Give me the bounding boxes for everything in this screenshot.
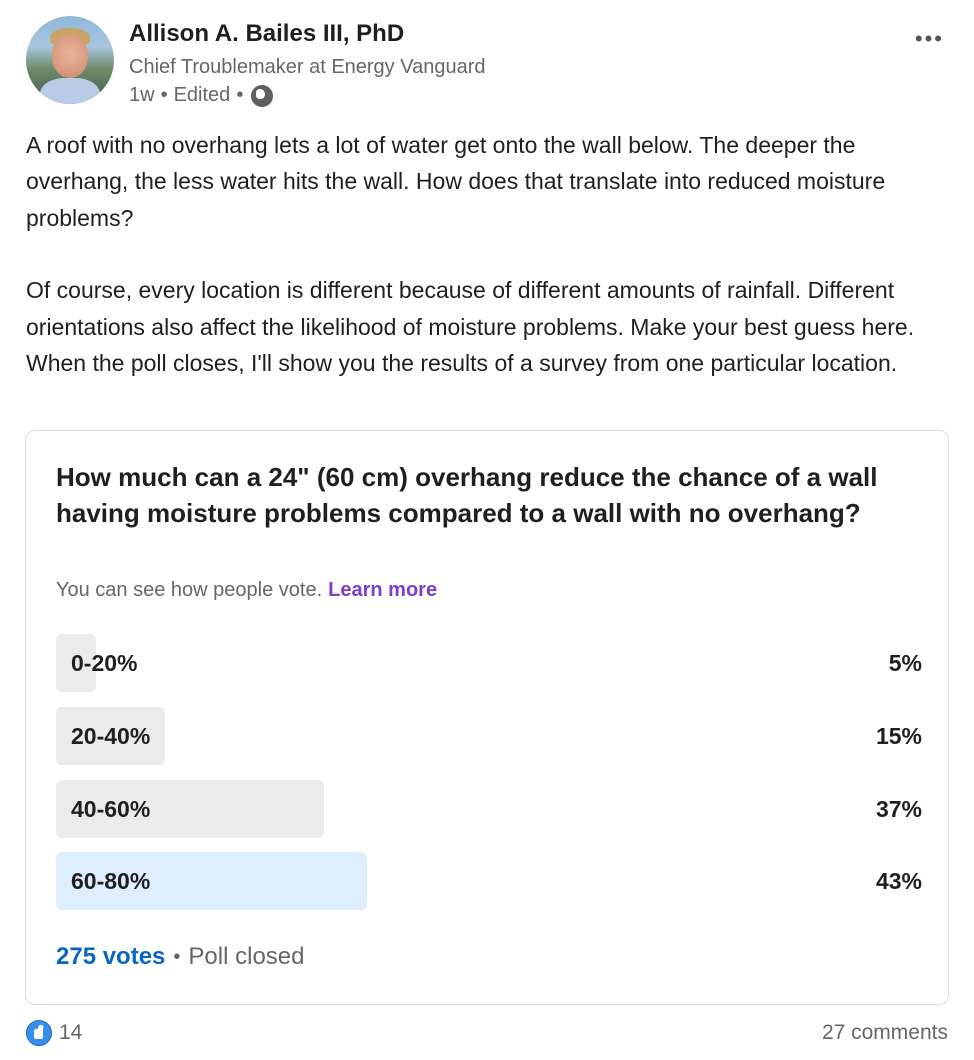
post-paragraph: A roof with no overhang lets a lot of wa… [26, 132, 886, 231]
poll-footer: 275 votes • Poll closed [56, 943, 304, 971]
votes-link[interactable]: 275 votes [56, 943, 165, 971]
poll-option-label: 0-20% [71, 650, 138, 676]
author-headline: Chief Troublemaker at Energy Vanguard [129, 56, 486, 78]
poll-question: How much can a 24" (60 cm) overhang redu… [56, 462, 878, 528]
visibility-text: You can see how people vote. [56, 579, 323, 601]
poll-card: How much can a 24" (60 cm) overhang redu… [25, 430, 949, 1005]
comments-count[interactable]: 27 comments [822, 1021, 948, 1045]
meta-separator: • [236, 84, 244, 106]
post-time: 1w [129, 84, 155, 106]
poll-option-percent: 37% [875, 796, 922, 822]
poll-option-selected: 60-80% 43% [56, 852, 922, 910]
more-options-icon[interactable]: ••• [915, 26, 944, 52]
poll-option-label: 40-60% [71, 796, 151, 822]
post-header: Allison A. Bailes III, PhD Chief Trouble… [26, 16, 948, 111]
poll-option-percent: 15% [875, 723, 922, 749]
edited-label: Edited [173, 84, 231, 106]
footer-separator: • [173, 945, 181, 968]
post-meta: 1w • Edited • [129, 84, 274, 107]
poll-option: 20-40% 15% [56, 707, 922, 765]
like-reaction-icon[interactable] [26, 1020, 52, 1046]
author-name[interactable]: Allison A. Bailes III, PhD [129, 20, 404, 48]
avatar-shirt [40, 78, 100, 104]
poll-visibility-note: You can see how people vote. Learn more [56, 579, 437, 602]
poll-option-percent: 5% [888, 650, 922, 676]
globe-icon [251, 84, 274, 107]
poll-option: 0-20% 5% [56, 634, 922, 692]
post-paragraph: Of course, every location is different b… [26, 277, 915, 377]
poll-option: 40-60% 37% [56, 780, 922, 838]
post-body: A roof with no overhang lets a lot of wa… [26, 127, 951, 381]
social-counts: 14 27 comments [26, 1020, 948, 1050]
avatar-face [52, 34, 88, 78]
poll-status: Poll closed [188, 943, 305, 970]
author-avatar[interactable] [26, 16, 114, 104]
poll-option-percent: 43% [875, 868, 922, 894]
meta-separator: • [160, 84, 168, 106]
learn-more-link[interactable]: Learn more [328, 579, 437, 601]
poll-option-label: 60-80% [71, 868, 151, 894]
reactions-count[interactable]: 14 [59, 1021, 82, 1045]
poll-option-label: 20-40% [71, 723, 151, 749]
